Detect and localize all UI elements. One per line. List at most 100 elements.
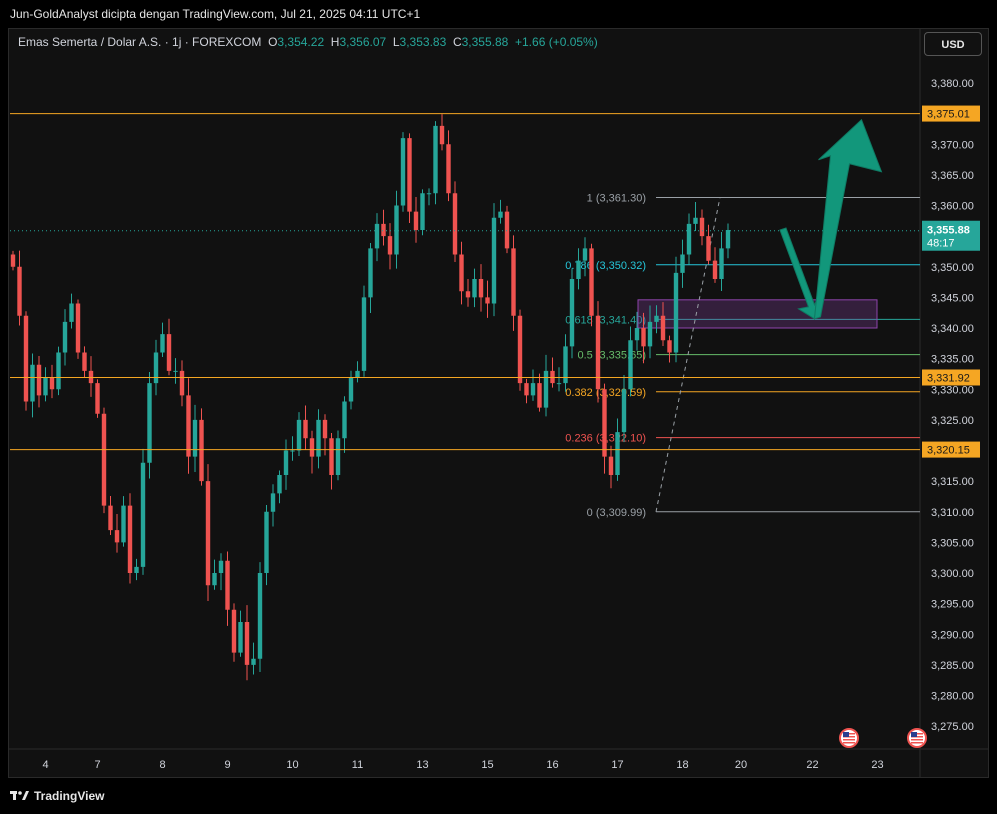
candle-body	[186, 395, 191, 457]
currency-button[interactable]: USD	[924, 32, 982, 56]
close-label: C	[452, 35, 462, 49]
candle-body	[647, 321, 653, 347]
low-label: L	[392, 35, 400, 49]
candle-body	[348, 377, 354, 402]
tradingview-brand[interactable]: TradingView	[10, 789, 104, 804]
x-tick-label: 10	[286, 759, 298, 771]
x-tick-label: 4	[42, 759, 48, 771]
candle-body	[498, 211, 503, 218]
y-tick-label: 3,315.00	[931, 476, 974, 488]
candle-body	[49, 377, 55, 390]
fib-level-label: 1 (3,361.30)	[587, 193, 646, 205]
fib-level-label: 0.5 (3,335.65)	[578, 350, 647, 362]
candle-body	[400, 138, 406, 206]
candle-body	[335, 438, 341, 475]
candle-body	[543, 370, 549, 408]
candle-body	[10, 254, 16, 267]
candle-body	[231, 609, 237, 653]
y-tick-label: 3,305.00	[931, 537, 974, 549]
candle-body	[166, 334, 172, 371]
x-tick-label: 23	[871, 759, 883, 771]
candle-body	[615, 432, 620, 475]
y-tick-label: 3,365.00	[931, 170, 974, 182]
x-tick-label: 11	[352, 759, 363, 771]
candle-body	[673, 272, 679, 353]
candle-body	[147, 383, 152, 463]
candle-body	[725, 230, 731, 249]
candle-body	[257, 573, 263, 659]
horizontal-level-label: 3,331.92	[927, 372, 970, 384]
fib-level-label: 0.618 (3,341.40)	[565, 314, 646, 326]
flag-stripe	[911, 742, 923, 744]
candle-body	[686, 223, 692, 255]
candle-body	[95, 383, 100, 414]
candle-body	[634, 328, 640, 341]
candle-body	[511, 248, 516, 316]
candle-body	[173, 370, 178, 372]
candle-body	[387, 236, 393, 255]
candle-body	[303, 419, 308, 439]
candle-body	[368, 248, 373, 298]
current-price-label: 3,355.88	[927, 225, 970, 237]
candle-body	[108, 505, 113, 531]
bar-countdown-label: 48:17	[927, 238, 955, 250]
candle-body	[329, 438, 334, 475]
candle-body	[225, 560, 230, 610]
candle-body	[654, 315, 659, 322]
candle-body	[439, 125, 445, 145]
candle-body	[433, 125, 438, 194]
us-event-flag-icon	[839, 728, 859, 748]
candle-body	[407, 138, 412, 212]
candle-body	[277, 475, 282, 494]
y-tick-label: 3,285.00	[931, 660, 974, 672]
y-tick-label: 3,330.00	[931, 384, 974, 396]
flag-stripe	[843, 742, 855, 744]
candle-body	[69, 303, 74, 322]
candle-body	[517, 315, 523, 384]
y-tick-label: 3,380.00	[931, 78, 974, 90]
candle-body	[595, 315, 601, 390]
candle-body	[452, 193, 458, 255]
candle-body	[465, 291, 471, 298]
y-tick-label: 3,335.00	[931, 354, 974, 366]
x-tick-label: 8	[159, 759, 165, 771]
candle-body	[472, 279, 477, 298]
x-tick-label: 13	[416, 759, 428, 771]
candle-body	[602, 389, 607, 457]
candle-body	[238, 622, 243, 653]
x-tick-label: 18	[676, 759, 688, 771]
candle-body	[569, 279, 575, 347]
price-chart[interactable]: 3,380.003,375.003,370.003,365.003,360.00…	[0, 0, 997, 814]
candle-body	[342, 401, 347, 439]
candle-body	[706, 236, 711, 261]
candle-body	[355, 370, 360, 377]
candle-body	[82, 352, 87, 371]
candle-body	[160, 334, 165, 353]
candle-body	[608, 456, 614, 475]
candle-body	[680, 254, 685, 273]
candle-body	[485, 297, 490, 304]
candle-body	[218, 560, 224, 573]
candle-body	[296, 419, 302, 451]
candle-body	[582, 248, 588, 261]
candle-body	[205, 481, 211, 586]
fib-level-label: 0 (3,309.99)	[587, 507, 646, 519]
flag-stripe	[843, 739, 855, 741]
flag-ring	[839, 728, 859, 748]
candle-body	[556, 383, 562, 385]
close-value: 3,355.88	[461, 35, 509, 49]
candle-body	[153, 352, 159, 384]
open-label: O	[268, 35, 278, 49]
candle-body	[712, 260, 718, 279]
candle-body	[693, 217, 698, 224]
y-tick-label: 3,280.00	[931, 691, 974, 703]
candle-body	[374, 223, 380, 249]
open-value: 3,354.22	[277, 35, 325, 49]
high-value: 3,356.07	[339, 35, 387, 49]
candle-body	[394, 205, 399, 255]
us-event-flag-icon	[907, 728, 927, 748]
x-tick-label: 16	[546, 759, 558, 771]
candle-body	[17, 266, 22, 316]
candle-body	[75, 303, 81, 353]
candle-body	[589, 248, 594, 316]
